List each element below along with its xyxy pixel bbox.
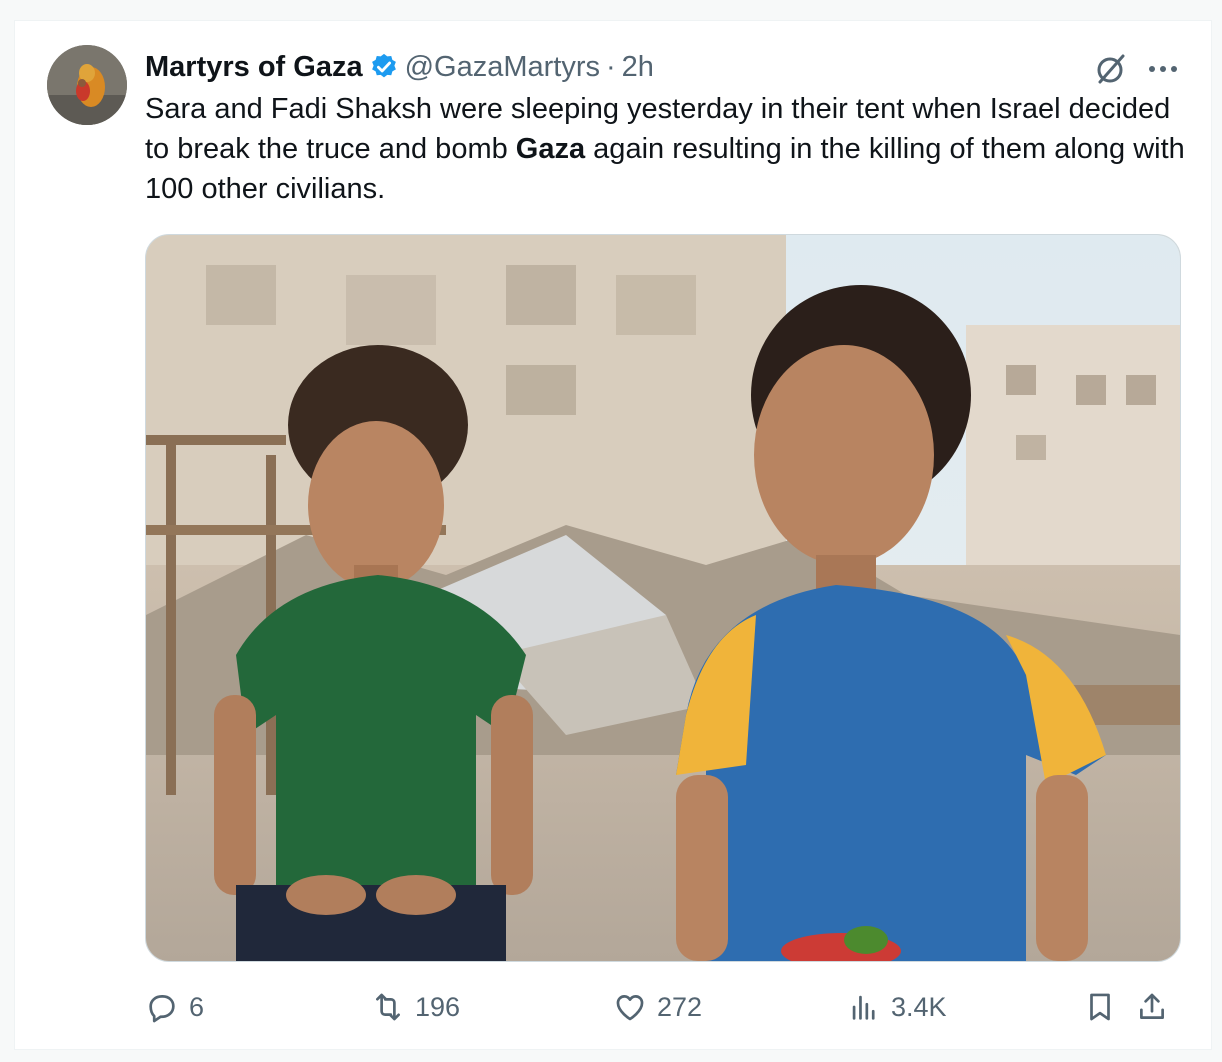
tweet-card[interactable]: Martyrs of Gaza @GazaMartyrs · 2h Sara a…: [14, 20, 1212, 1050]
bookmark-button[interactable]: [1083, 990, 1117, 1024]
more-icon[interactable]: [1143, 49, 1183, 89]
views-count: 3.4K: [891, 991, 947, 1022]
views-button[interactable]: 3.4K: [847, 990, 947, 1024]
tweet-header: Martyrs of Gaza @GazaMartyrs · 2h: [145, 49, 654, 85]
avatar[interactable]: [47, 45, 127, 125]
tweet-photo[interactable]: [145, 234, 1181, 962]
repost-icon: [376, 993, 400, 1021]
tweet-text-bold[interactable]: Gaza: [516, 133, 585, 165]
separator-dot: ·: [606, 50, 616, 83]
bookmark-icon: [1090, 993, 1110, 1021]
share-button[interactable]: [1135, 990, 1169, 1024]
analytics-icon: [852, 995, 875, 1020]
verified-badge-icon: [369, 52, 399, 82]
share-icon: [1140, 993, 1164, 1019]
repost-count: 196: [415, 991, 461, 1022]
grok-icon[interactable]: [1090, 49, 1130, 89]
tweet-text: Sara and Fadi Shaksh were sleeping yeste…: [145, 89, 1185, 209]
author-handle[interactable]: @GazaMartyrs: [405, 51, 600, 84]
reply-icon: [149, 995, 175, 1023]
action-bar: 6 196 272 3.4K: [145, 985, 1185, 1029]
like-button[interactable]: 272: [613, 990, 702, 1024]
author-name[interactable]: Martyrs of Gaza: [145, 51, 363, 84]
reply-count: 6: [189, 991, 205, 1022]
heart-icon: [616, 995, 644, 1021]
reply-button[interactable]: 6: [145, 990, 204, 1024]
repost-button[interactable]: 196: [371, 990, 460, 1024]
like-count: 272: [657, 991, 703, 1022]
timestamp[interactable]: 2h: [622, 51, 654, 84]
